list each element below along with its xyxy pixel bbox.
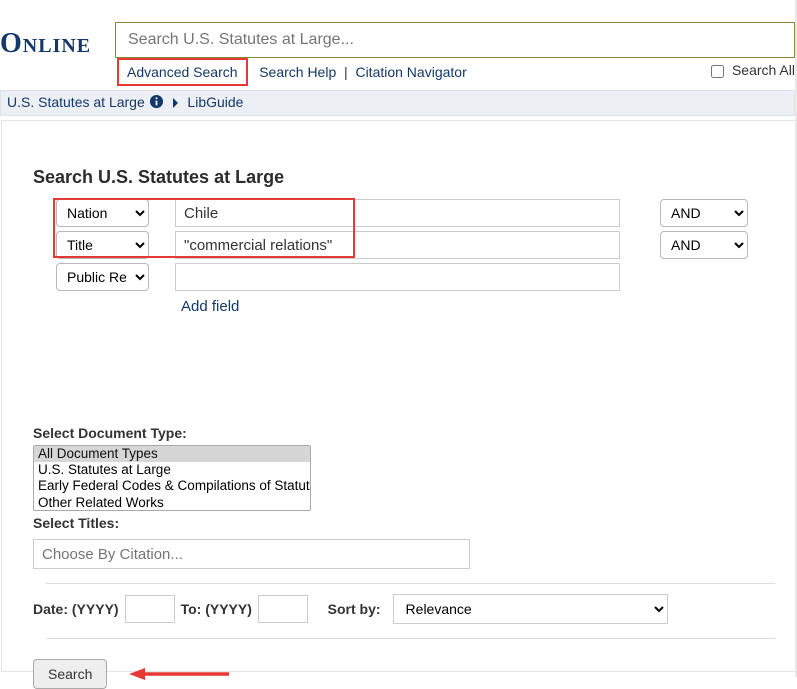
citation-input[interactable] xyxy=(33,539,470,569)
doc-type-select[interactable]: All Document Types U.S. Statutes at Larg… xyxy=(33,445,311,511)
search-all-label: Search All xyxy=(732,62,795,78)
field-input-0[interactable] xyxy=(175,199,620,227)
site-logo: Online xyxy=(0,28,91,60)
search-row-1: Title AND xyxy=(30,230,795,260)
citation-navigator-link[interactable]: Citation Navigator xyxy=(355,64,466,80)
search-row-0: Nation AND xyxy=(30,198,795,228)
op-select-0[interactable]: AND xyxy=(660,199,748,227)
field-select-0[interactable]: Nation xyxy=(56,199,149,227)
search-heading: Search U.S. Statutes at Large xyxy=(33,167,795,188)
sort-by-select[interactable]: Relevance xyxy=(393,594,668,624)
global-search-input[interactable] xyxy=(115,22,795,58)
titles-label: Select Titles: xyxy=(33,515,795,531)
breadcrumb-library[interactable]: U.S. Statutes at Large xyxy=(7,94,145,110)
field-input-1[interactable] xyxy=(175,231,620,259)
arrow-left-icon xyxy=(129,666,229,685)
field-select-1[interactable]: Title xyxy=(56,231,149,259)
search-button[interactable]: Search xyxy=(33,659,107,689)
search-all-checkbox[interactable] xyxy=(711,65,724,78)
chevron-right-icon xyxy=(172,97,180,109)
divider-2 xyxy=(46,638,775,639)
search-row-2: Public Re xyxy=(30,262,795,292)
add-field-link[interactable]: Add field xyxy=(181,298,239,315)
date-to-label: To: (YYYY) xyxy=(181,601,252,617)
date-from-input[interactable] xyxy=(125,595,175,623)
date-from-label: Date: (YYYY) xyxy=(33,601,119,617)
breadcrumb: U.S. Statutes at Large LibGuide xyxy=(0,90,795,116)
field-select-2[interactable]: Public Re xyxy=(56,263,149,291)
op-select-1[interactable]: AND xyxy=(660,231,748,259)
search-help-link[interactable]: Search Help xyxy=(259,64,336,80)
sort-by-label: Sort by: xyxy=(328,601,381,617)
doc-type-label: Select Document Type: xyxy=(33,425,795,441)
breadcrumb-libguide[interactable]: LibGuide xyxy=(187,94,243,110)
date-to-input[interactable] xyxy=(258,595,308,623)
info-icon[interactable] xyxy=(149,94,164,109)
divider xyxy=(46,583,775,584)
advanced-search-link[interactable]: Advanced Search xyxy=(127,64,238,80)
field-input-2[interactable] xyxy=(175,263,620,291)
